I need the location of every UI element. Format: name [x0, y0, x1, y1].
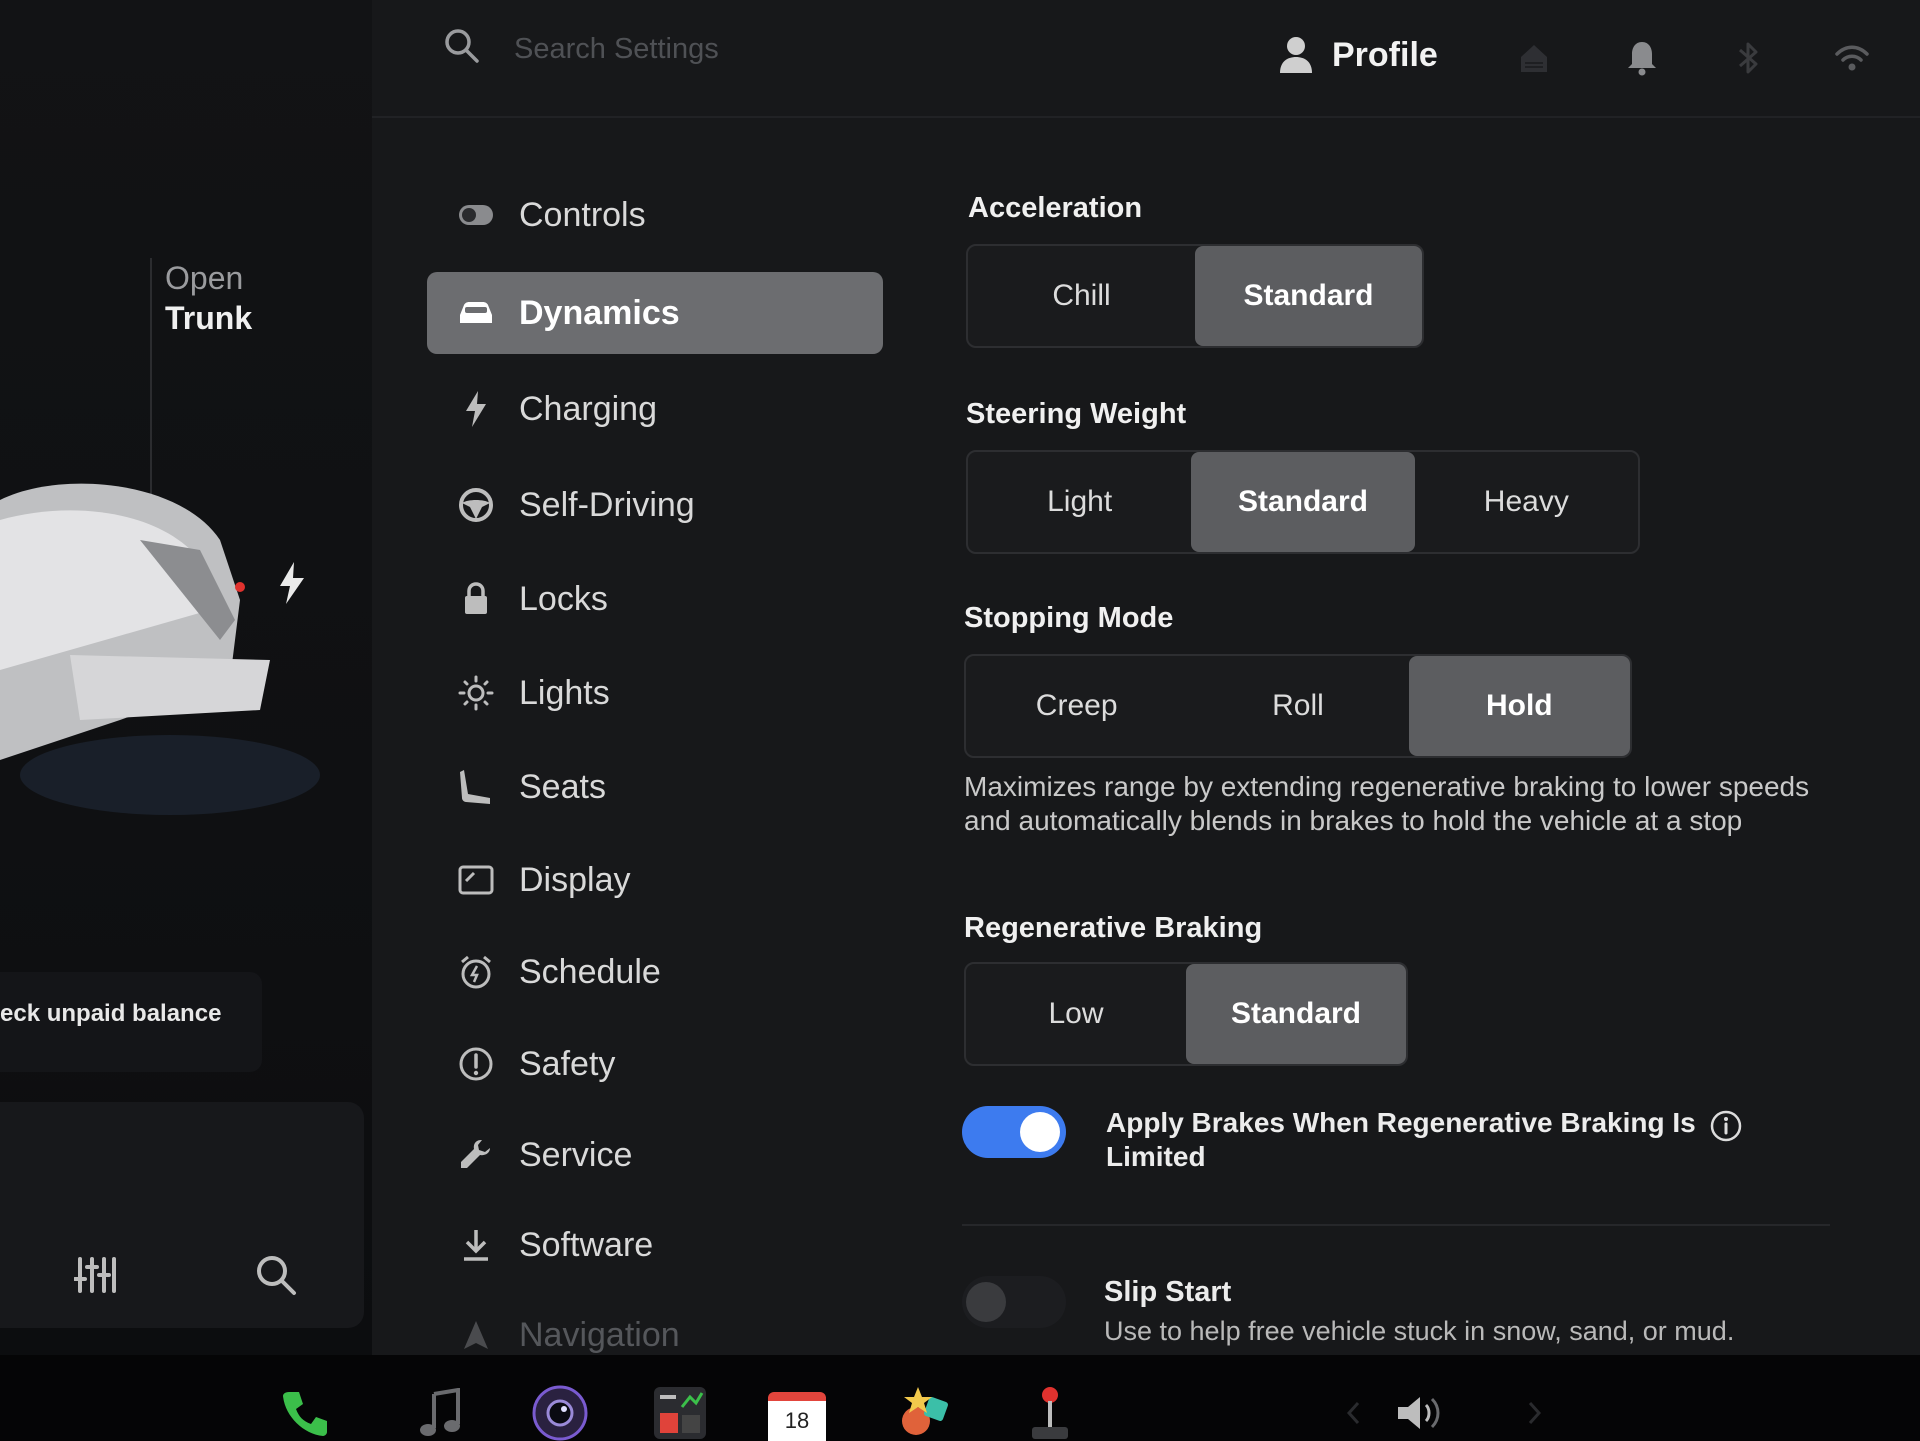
regen-standard-button[interactable]: Standard: [1186, 964, 1406, 1064]
slip-start-toggle[interactable]: [962, 1276, 1066, 1328]
toggle-knob: [1020, 1112, 1060, 1152]
bluetooth-icon[interactable]: [1728, 38, 1768, 78]
steering-wheel-icon: [453, 482, 499, 528]
nav-label: Self-Driving: [519, 485, 695, 524]
steering-light-button[interactable]: Light: [968, 452, 1191, 552]
display-icon: [453, 857, 499, 903]
settings-search-icon: [445, 29, 479, 63]
acceleration-standard-button[interactable]: Standard: [1195, 246, 1422, 346]
nav-self-driving[interactable]: Self-Driving: [427, 464, 883, 546]
apply-brakes-label: Apply Brakes When Regenerative Braking I…: [1106, 1107, 1696, 1172]
nav-safety[interactable]: Safety: [427, 1023, 883, 1105]
profile-label: Profile: [1332, 35, 1438, 74]
nav-seats[interactable]: Seats: [427, 746, 883, 828]
nav-software[interactable]: Software: [427, 1204, 883, 1286]
stopping-mode-segmented-control: Creep Roll Hold: [964, 654, 1632, 758]
toybox-icon[interactable]: [894, 1385, 954, 1441]
vehicle-panel: Open Trunk eck unpaid balance: [0, 0, 372, 1355]
info-icon[interactable]: [1710, 1110, 1742, 1142]
alarm-clock-icon: [453, 949, 499, 995]
nav-label: Seats: [519, 767, 606, 806]
joystick-icon[interactable]: [1020, 1385, 1080, 1441]
charging-bolt-icon: [280, 562, 304, 604]
music-icon[interactable]: [410, 1385, 470, 1441]
alert-circle-icon: [453, 1041, 499, 1087]
nav-lights[interactable]: Lights: [427, 652, 883, 734]
navigation-arrow-icon: [453, 1312, 499, 1358]
settings-topbar: Profile: [372, 0, 1920, 118]
nav-label: Software: [519, 1225, 654, 1264]
acceleration-title: Acceleration: [968, 192, 1143, 224]
acceleration-segmented-control: Chill Standard: [966, 244, 1424, 348]
chevron-right-icon[interactable]: [1504, 1385, 1564, 1441]
settings-search-input[interactable]: [512, 24, 1036, 74]
wifi-icon[interactable]: [1832, 38, 1872, 78]
trunk-label-line2: Trunk: [165, 300, 253, 336]
steering-weight-segmented-control: Light Standard Heavy: [966, 450, 1640, 554]
open-trunk-button[interactable]: Open Trunk: [165, 258, 252, 338]
person-icon: [1280, 37, 1312, 73]
toggle-icon: [453, 192, 499, 238]
nav-schedule[interactable]: Schedule: [427, 931, 883, 1013]
bolt-icon: [453, 386, 499, 432]
apply-brakes-toggle[interactable]: [962, 1106, 1066, 1158]
nav-label: Charging: [519, 389, 657, 428]
nav-display[interactable]: Display: [427, 839, 883, 921]
steering-weight-title: Steering Weight: [966, 398, 1187, 430]
car-image: [0, 483, 320, 815]
nav-charging[interactable]: Charging: [427, 368, 883, 450]
regenerative-braking-segmented-control: Low Standard: [964, 962, 1408, 1066]
download-icon: [453, 1222, 499, 1268]
regenerative-braking-title: Regenerative Braking: [964, 912, 1263, 944]
bell-icon[interactable]: [1622, 38, 1662, 78]
nav-controls[interactable]: Controls: [427, 174, 883, 256]
sun-icon: [453, 670, 499, 716]
nav-dynamics[interactable]: Dynamics: [427, 272, 883, 354]
stopping-roll-button[interactable]: Roll: [1187, 656, 1408, 756]
left-toolbar: [0, 1102, 364, 1328]
nav-label: Safety: [519, 1044, 616, 1083]
nav-label: Dynamics: [519, 293, 680, 332]
nav-label: Display: [519, 860, 631, 899]
section-divider: [962, 1224, 1830, 1226]
acceleration-chill-button[interactable]: Chill: [968, 246, 1195, 346]
nav-label: Service: [519, 1135, 633, 1174]
dashcam-viewer-icon[interactable]: [650, 1385, 710, 1441]
trunk-divider: [150, 258, 152, 508]
stopping-mode-title: Stopping Mode: [964, 602, 1174, 634]
volume-icon[interactable]: [1392, 1385, 1452, 1441]
unpaid-balance-text: eck unpaid balance: [0, 1000, 222, 1027]
nav-label: Locks: [519, 579, 608, 618]
wrench-icon: [453, 1132, 499, 1178]
seat-icon: [453, 764, 499, 810]
stopping-hold-button[interactable]: Hold: [1408, 656, 1630, 756]
toggle-knob: [966, 1282, 1006, 1322]
nav-locks[interactable]: Locks: [427, 558, 883, 640]
calendar-day-number: 18: [768, 1392, 826, 1441]
chevron-left-icon[interactable]: [1324, 1385, 1384, 1441]
slip-start-title: Slip Start: [1104, 1276, 1232, 1308]
camera-icon[interactable]: [530, 1385, 590, 1441]
trunk-label-line1: Open: [165, 260, 244, 296]
nav-service[interactable]: Service: [427, 1114, 883, 1196]
steering-standard-button[interactable]: Standard: [1191, 452, 1415, 552]
regen-low-button[interactable]: Low: [966, 964, 1186, 1064]
nav-label: Schedule: [519, 952, 661, 991]
lock-icon: [453, 576, 499, 622]
settings-panel: Profile Controls Dynamics Charging Self-…: [372, 0, 1920, 1355]
home-icon[interactable]: [1514, 38, 1554, 78]
nav-label: Lights: [519, 673, 610, 712]
search-icon[interactable]: [246, 1245, 306, 1305]
nav-label: Navigation: [519, 1315, 680, 1354]
nav-label: Controls: [519, 195, 646, 234]
profile-button[interactable]: Profile: [1278, 30, 1438, 80]
phone-icon[interactable]: [276, 1385, 336, 1441]
car-icon: [453, 290, 499, 336]
stopping-mode-description: Maximizes range by extending regenerativ…: [964, 771, 1810, 836]
steering-heavy-button[interactable]: Heavy: [1415, 452, 1638, 552]
sliders-icon[interactable]: [66, 1245, 126, 1305]
slip-start-description: Use to help free vehicle stuck in snow, …: [1104, 1316, 1735, 1346]
stopping-creep-button[interactable]: Creep: [966, 656, 1187, 756]
